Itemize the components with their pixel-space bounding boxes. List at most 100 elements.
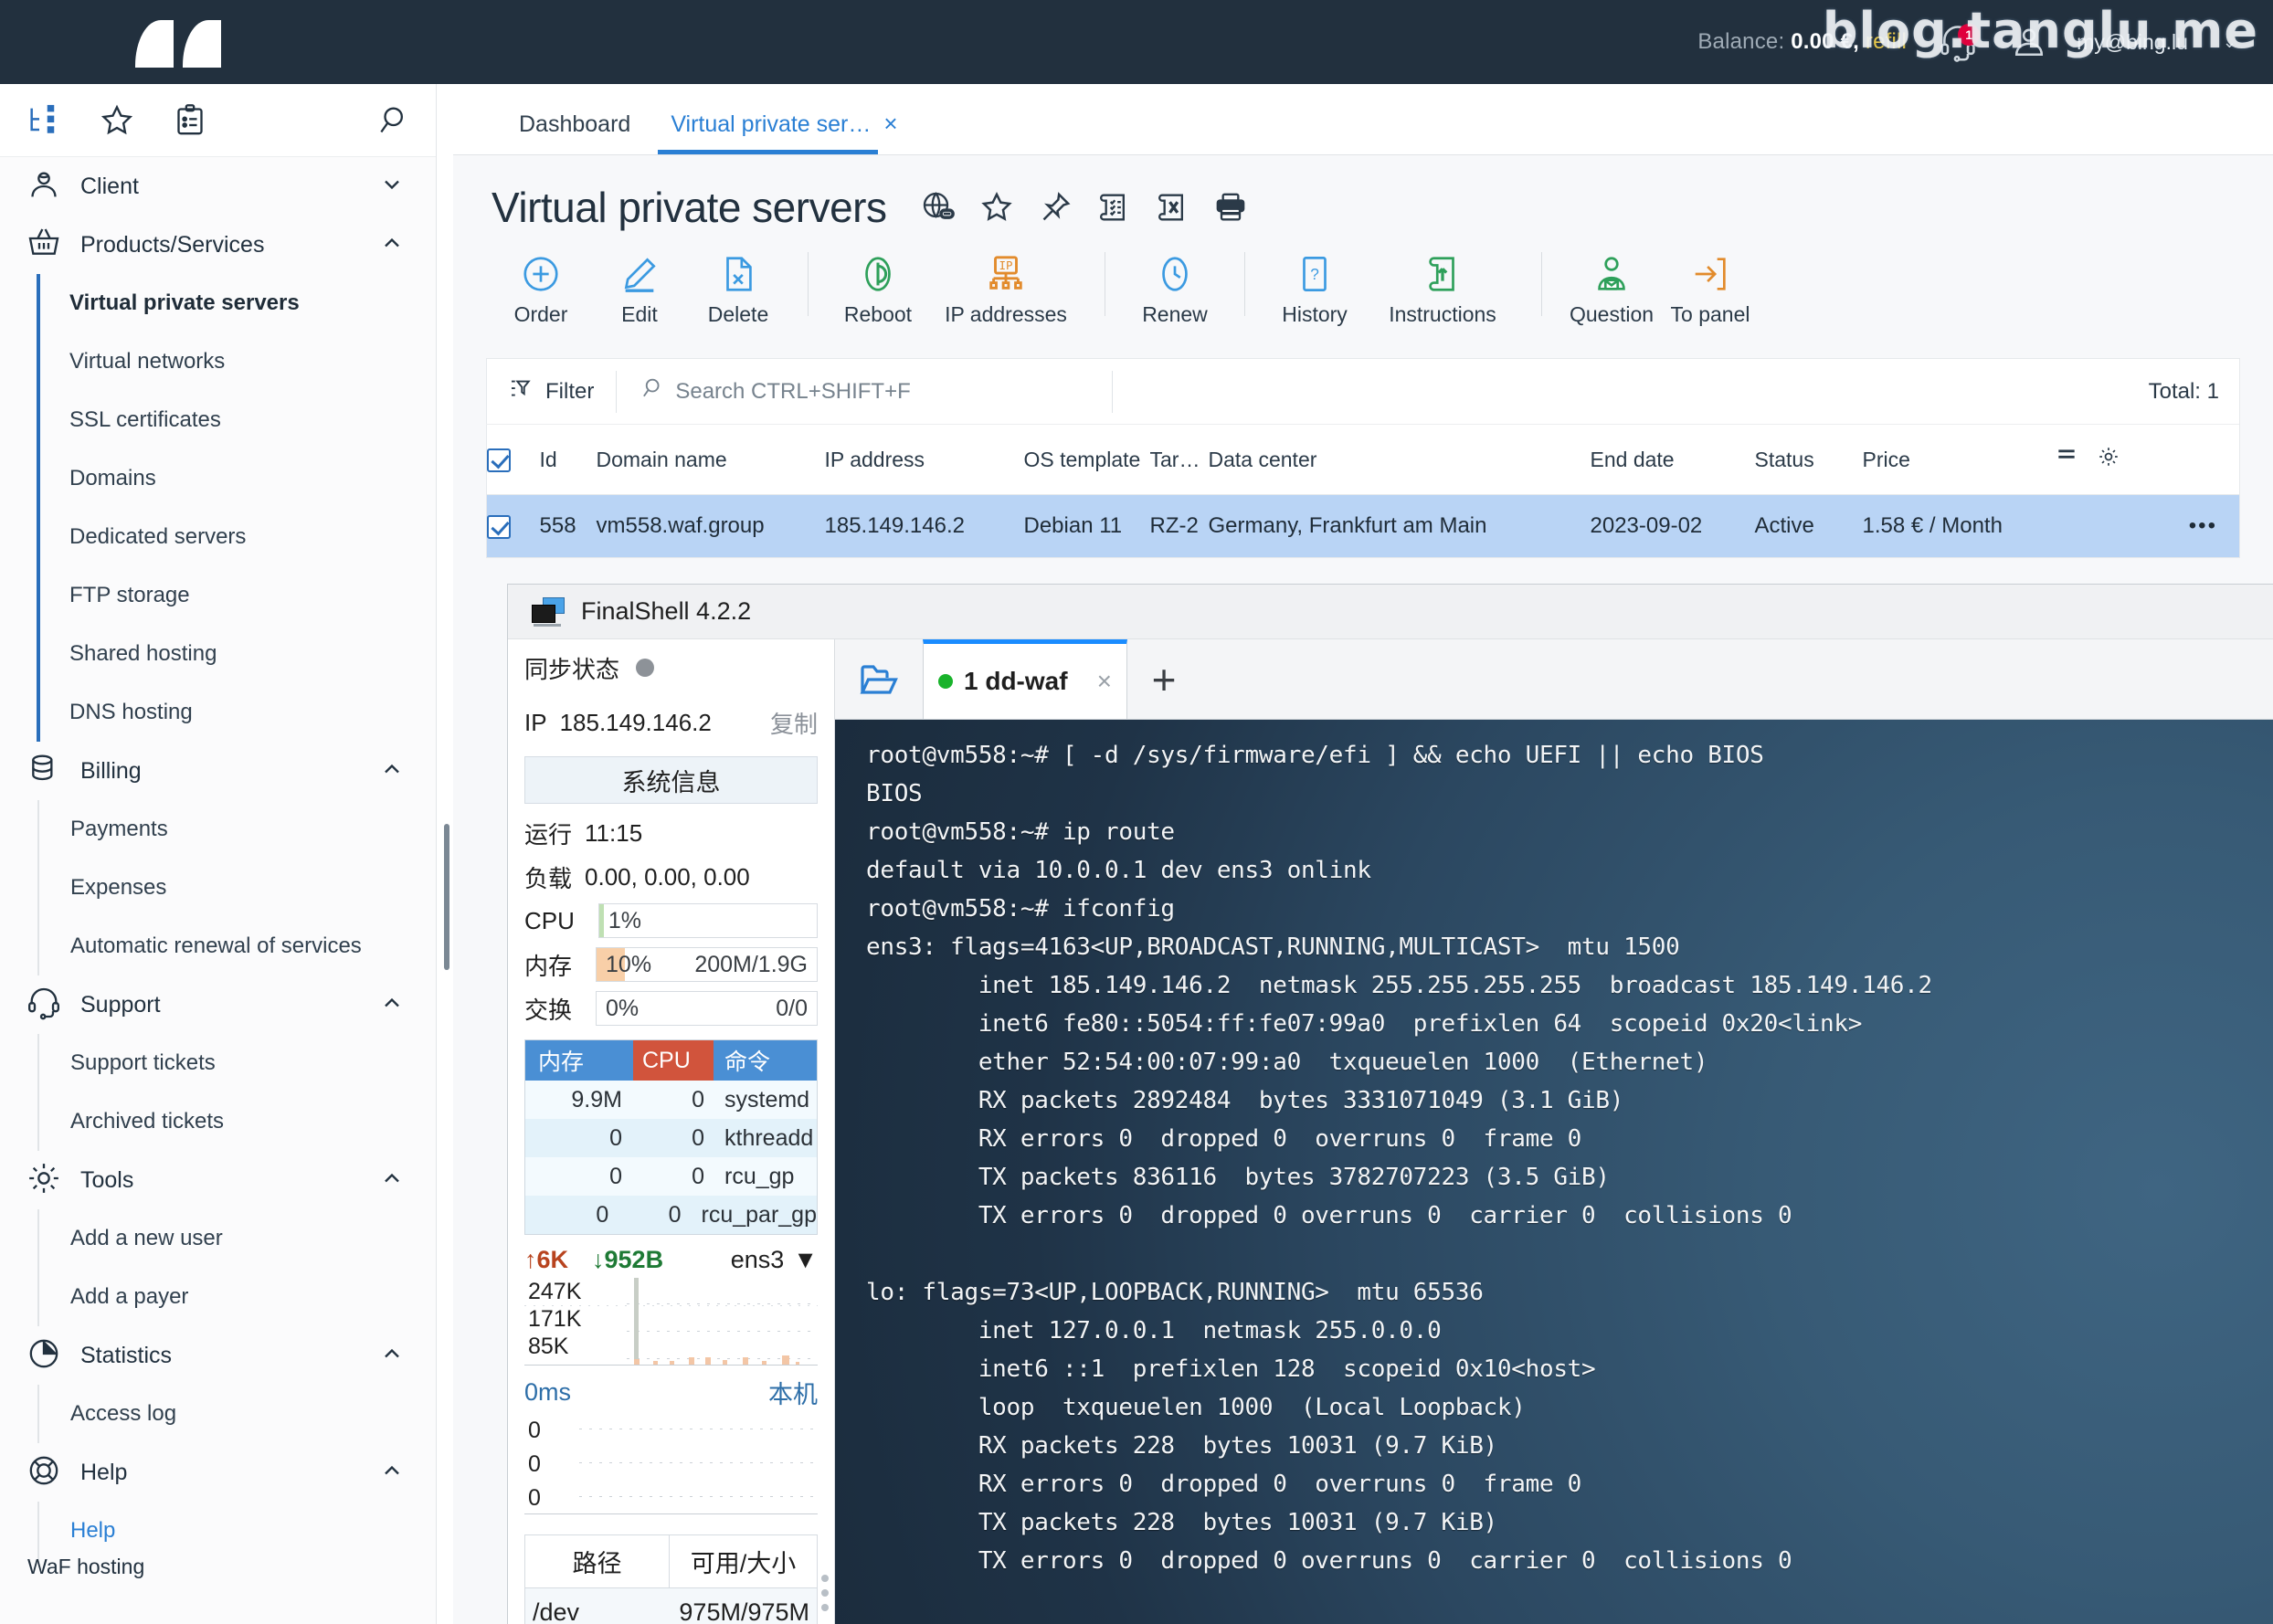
table-settings-header[interactable] — [2054, 424, 2240, 495]
tree-view-icon[interactable] — [26, 102, 62, 139]
disk-header-path[interactable]: 路径 — [525, 1535, 670, 1587]
sidebar-item-domains[interactable]: Domains — [42, 449, 436, 508]
interface-selector[interactable]: ens3 ▼ — [731, 1246, 818, 1274]
chevron-up-icon[interactable] — [379, 990, 405, 1020]
process-header-command[interactable]: 命令 — [714, 1040, 817, 1081]
sidebar-item-virtual-private-servers[interactable]: Virtual private servers — [42, 274, 436, 332]
chevron-up-icon[interactable] — [379, 1165, 405, 1196]
sidebar-item-support-tickets[interactable]: Support tickets — [43, 1034, 436, 1092]
cell-price[interactable]: 1.58 € / Month — [1862, 494, 2055, 558]
header-os-template[interactable]: OS template — [1023, 424, 1150, 495]
sidebar-group-client[interactable]: Client — [0, 157, 436, 216]
sidebar-item-ftp-storage[interactable]: FTP storage — [42, 566, 436, 625]
process-row[interactable]: 0 0 rcu_gp — [525, 1157, 817, 1196]
sidebar-item-help[interactable]: Help — [43, 1502, 436, 1560]
new-terminal-tab-button[interactable]: + — [1127, 639, 1200, 719]
browser-tab-dashboard[interactable]: Dashboard — [499, 111, 650, 154]
to-panel-button[interactable]: To panel — [1661, 253, 1760, 327]
copy-ip-button[interactable]: 复制 — [770, 706, 818, 740]
filter-button[interactable]: Filter — [507, 374, 594, 408]
scrollbar-thumb[interactable] — [444, 824, 449, 970]
delete-button[interactable]: Delete — [689, 253, 788, 327]
support-headset-icon[interactable]: 1 — [1938, 22, 1981, 62]
sidebar-item-dedicated-servers[interactable]: Dedicated servers — [42, 508, 436, 566]
user-email-label[interactable]: my@bing.lu — [2077, 30, 2188, 55]
select-all-checkbox[interactable] — [487, 448, 511, 472]
system-info-button[interactable]: 系统信息 — [524, 756, 818, 804]
printer-icon[interactable] — [1212, 189, 1249, 226]
sidebar-group-statistics[interactable]: Statistics — [0, 1326, 436, 1385]
close-icon[interactable]: × — [883, 110, 897, 137]
header-ip-address[interactable]: IP address — [824, 424, 1024, 495]
cell-domain-name[interactable]: vm558.waf.group — [596, 494, 825, 558]
header-price[interactable]: Price — [1862, 424, 2055, 495]
header-tariff[interactable]: Tar… — [1149, 424, 1209, 495]
row-actions-button[interactable]: ••• — [2054, 494, 2240, 558]
chevron-down-icon[interactable] — [379, 172, 405, 202]
refill-link[interactable]: refill — [1866, 29, 1907, 54]
chevron-up-icon[interactable] — [379, 1458, 405, 1488]
disk-row[interactable]: /dev 975M/975M — [525, 1588, 817, 1624]
sidebar-item-ssl-certificates[interactable]: SSL certificates — [42, 391, 436, 449]
sidebar-group-products-services[interactable]: Products/Services — [0, 216, 436, 274]
sidebar-item-payments[interactable]: Payments — [43, 800, 436, 859]
chevron-up-icon[interactable] — [379, 756, 405, 786]
user-avatar-icon[interactable] — [2009, 22, 2049, 62]
sidebar-item-add-a-new-user[interactable]: Add a new user — [43, 1209, 436, 1268]
clipboard-icon[interactable] — [172, 102, 208, 139]
sidebar-item-virtual-networks[interactable]: Virtual networks — [42, 332, 436, 391]
terminal-tab-1[interactable]: 1 dd-waf × — [923, 639, 1127, 719]
row-checkbox[interactable] — [487, 514, 511, 539]
columns-icon[interactable] — [2055, 449, 2084, 473]
star-icon[interactable] — [978, 189, 1015, 226]
sidebar-group-tools[interactable]: Tools — [0, 1151, 436, 1209]
gear-icon[interactable] — [2097, 448, 2120, 473]
sidebar-item-archived-tickets[interactable]: Archived tickets — [43, 1092, 436, 1151]
header-status[interactable]: Status — [1754, 424, 1863, 495]
row-checkbox-cell[interactable] — [486, 494, 540, 558]
open-folder-button[interactable] — [835, 639, 923, 719]
header-data-center[interactable]: Data center — [1208, 424, 1591, 495]
browser-tab-virtual-private-ser-[interactable]: Virtual private ser… × — [650, 110, 917, 154]
select-all-header[interactable] — [486, 424, 540, 495]
order-button[interactable]: Order — [492, 253, 590, 327]
sidebar-group-billing[interactable]: Billing — [0, 742, 436, 800]
sidebar-item-dns-hosting[interactable]: DNS hosting — [42, 683, 436, 742]
sidebar-item-access-log[interactable]: Access log — [43, 1385, 436, 1443]
search-input[interactable]: Search CTRL+SHIFT+F — [639, 375, 911, 407]
edit-button[interactable]: Edit — [590, 253, 689, 327]
header-domain-name[interactable]: Domain name — [596, 424, 825, 495]
terminal-output[interactable]: root@vm558:~# [ -d /sys/firmware/efi ] &… — [835, 720, 2273, 1624]
list-scroll-icon[interactable] — [1095, 189, 1132, 226]
reboot-button[interactable]: Reboot — [829, 253, 927, 327]
excel-scroll-icon[interactable] — [1154, 189, 1190, 226]
sidebar-item-automatic-renewal-of-services[interactable]: Automatic renewal of services — [43, 917, 436, 975]
close-icon[interactable]: × — [1097, 667, 1112, 696]
process-row[interactable]: 9.9M 0 systemd — [525, 1081, 817, 1119]
sidebar-scrollbar[interactable] — [442, 84, 451, 1624]
renew-button[interactable]: Renew — [1126, 253, 1224, 327]
sidebar-group-help[interactable]: Help — [0, 1443, 436, 1502]
sidebar-item-expenses[interactable]: Expenses — [43, 859, 436, 917]
instructions-button[interactable]: Instructions — [1364, 253, 1521, 327]
process-row[interactable]: 0 0 rcu_par_gp — [525, 1196, 817, 1234]
ip-addresses-button[interactable]: IP IP addresses — [927, 253, 1084, 327]
sidebar-group-support[interactable]: Support — [0, 975, 436, 1034]
star-icon[interactable] — [99, 102, 135, 139]
panel-resize-handle[interactable] — [821, 1575, 829, 1611]
process-row[interactable]: 0 0 kthreadd — [525, 1119, 817, 1157]
brand-logo[interactable] — [0, 0, 221, 84]
chevron-down-icon[interactable]: ⌄ — [2223, 33, 2236, 52]
header-id[interactable]: Id — [539, 424, 597, 495]
globe-link-icon[interactable] — [920, 189, 957, 226]
chevron-up-icon[interactable] — [379, 1341, 405, 1371]
history-button[interactable]: ? History — [1265, 253, 1364, 327]
disk-header-size[interactable]: 可用/大小 — [670, 1535, 817, 1587]
header-end-date[interactable]: End date — [1590, 424, 1755, 495]
table-row[interactable]: 558 vm558.waf.group 185.149.146.2 Debian 11… — [486, 494, 2240, 558]
sidebar-item-add-a-payer[interactable]: Add a payer — [43, 1268, 436, 1326]
process-header-memory[interactable]: 内存 — [525, 1040, 633, 1081]
question-button[interactable]: Question — [1562, 253, 1661, 327]
pin-icon[interactable] — [1037, 189, 1073, 226]
process-header-cpu[interactable]: CPU — [633, 1040, 714, 1081]
